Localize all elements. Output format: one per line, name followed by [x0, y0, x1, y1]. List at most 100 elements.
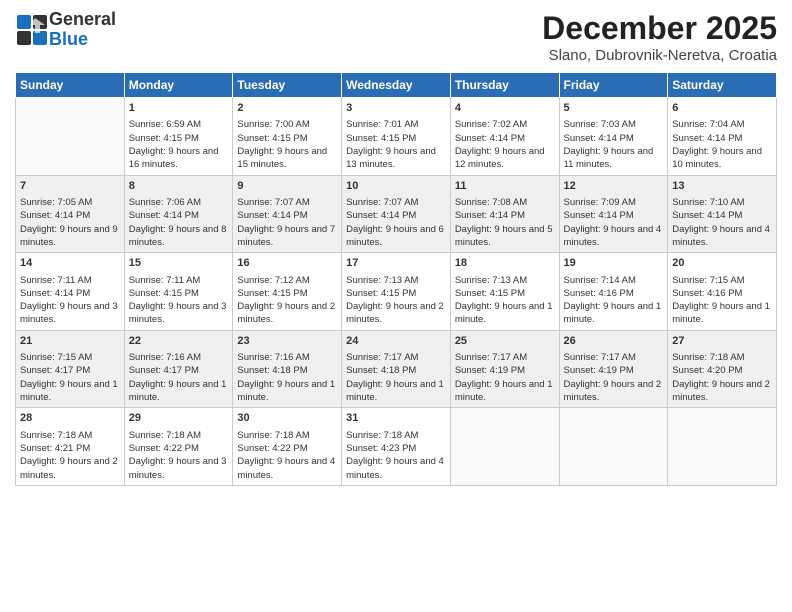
- sunset-label: Sunset: 4:15 PM: [129, 133, 199, 144]
- daylight-label: Daylight: 9 hours and 1 minute.: [129, 379, 227, 403]
- calendar-day-cell: 8 Sunrise: 7:06 AM Sunset: 4:14 PM Dayli…: [124, 175, 233, 253]
- sunset-label: Sunset: 4:14 PM: [455, 133, 525, 144]
- calendar-day-cell: 29 Sunrise: 7:18 AM Sunset: 4:22 PM Dayl…: [124, 408, 233, 486]
- daylight-label: Daylight: 9 hours and 3 minutes.: [129, 301, 227, 325]
- daylight-label: Daylight: 9 hours and 11 minutes.: [564, 146, 654, 170]
- sunset-label: Sunset: 4:22 PM: [237, 443, 307, 454]
- daylight-label: Daylight: 9 hours and 2 minutes.: [346, 301, 444, 325]
- day-number: 20: [672, 256, 772, 271]
- sunset-label: Sunset: 4:15 PM: [129, 288, 199, 299]
- calendar-day-cell: 14 Sunrise: 7:11 AM Sunset: 4:14 PM Dayl…: [16, 253, 125, 331]
- daylight-label: Daylight: 9 hours and 3 minutes.: [20, 301, 118, 325]
- sunrise-label: Sunrise: 7:18 AM: [237, 430, 309, 441]
- day-number: 22: [129, 334, 229, 349]
- sunset-label: Sunset: 4:23 PM: [346, 443, 416, 454]
- sunset-label: Sunset: 4:16 PM: [672, 288, 742, 299]
- day-number: 17: [346, 256, 446, 271]
- calendar-day-cell: 31 Sunrise: 7:18 AM Sunset: 4:23 PM Dayl…: [342, 408, 451, 486]
- daylight-label: Daylight: 9 hours and 2 minutes.: [564, 379, 662, 403]
- sunset-label: Sunset: 4:22 PM: [129, 443, 199, 454]
- sunset-label: Sunset: 4:15 PM: [346, 288, 416, 299]
- calendar-day-cell: 23 Sunrise: 7:16 AM Sunset: 4:18 PM Dayl…: [233, 330, 342, 408]
- calendar-day-cell: [450, 408, 559, 486]
- calendar-day-cell: 9 Sunrise: 7:07 AM Sunset: 4:14 PM Dayli…: [233, 175, 342, 253]
- day-number: 8: [129, 179, 229, 194]
- sunrise-label: Sunrise: 7:07 AM: [237, 197, 309, 208]
- day-number: 2: [237, 101, 337, 116]
- daylight-label: Daylight: 9 hours and 4 minutes.: [672, 224, 770, 248]
- daylight-label: Daylight: 9 hours and 13 minutes.: [346, 146, 436, 170]
- day-number: 28: [20, 411, 120, 426]
- day-number: 3: [346, 101, 446, 116]
- sunset-label: Sunset: 4:14 PM: [20, 210, 90, 221]
- sunset-label: Sunset: 4:17 PM: [20, 365, 90, 376]
- day-number: 30: [237, 411, 337, 426]
- sunrise-label: Sunrise: 7:15 AM: [20, 352, 92, 363]
- calendar-day-cell: 10 Sunrise: 7:07 AM Sunset: 4:14 PM Dayl…: [342, 175, 451, 253]
- calendar-day-cell: [16, 98, 125, 176]
- sunset-label: Sunset: 4:14 PM: [455, 210, 525, 221]
- calendar-week-row: 1 Sunrise: 6:59 AM Sunset: 4:15 PM Dayli…: [16, 98, 777, 176]
- sunrise-label: Sunrise: 7:12 AM: [237, 275, 309, 286]
- daylight-label: Daylight: 9 hours and 5 minutes.: [455, 224, 553, 248]
- sunset-label: Sunset: 4:18 PM: [237, 365, 307, 376]
- calendar-week-row: 7 Sunrise: 7:05 AM Sunset: 4:14 PM Dayli…: [16, 175, 777, 253]
- daylight-label: Daylight: 9 hours and 15 minutes.: [237, 146, 327, 170]
- calendar-day-cell: 30 Sunrise: 7:18 AM Sunset: 4:22 PM Dayl…: [233, 408, 342, 486]
- daylight-label: Daylight: 9 hours and 1 minute.: [455, 379, 553, 403]
- daylight-label: Daylight: 9 hours and 4 minutes.: [346, 456, 444, 480]
- calendar-day-cell: 1 Sunrise: 6:59 AM Sunset: 4:15 PM Dayli…: [124, 98, 233, 176]
- calendar-day-cell: 27 Sunrise: 7:18 AM Sunset: 4:20 PM Dayl…: [668, 330, 777, 408]
- logo-blue: Blue: [49, 29, 88, 49]
- day-number: 15: [129, 256, 229, 271]
- sunrise-label: Sunrise: 7:10 AM: [672, 197, 744, 208]
- daylight-label: Daylight: 9 hours and 1 minute.: [564, 301, 662, 325]
- calendar-day-cell: 19 Sunrise: 7:14 AM Sunset: 4:16 PM Dayl…: [559, 253, 668, 331]
- sunrise-label: Sunrise: 7:15 AM: [672, 275, 744, 286]
- day-number: 5: [564, 101, 664, 116]
- sunrise-label: Sunrise: 7:08 AM: [455, 197, 527, 208]
- day-number: 9: [237, 179, 337, 194]
- logo: General Blue: [15, 10, 116, 50]
- logo-icon: [15, 13, 49, 47]
- sunset-label: Sunset: 4:14 PM: [346, 210, 416, 221]
- sunrise-label: Sunrise: 7:05 AM: [20, 197, 92, 208]
- weekday-header-saturday: Saturday: [668, 73, 777, 98]
- sunrise-label: Sunrise: 7:18 AM: [129, 430, 201, 441]
- day-number: 11: [455, 179, 555, 194]
- day-number: 19: [564, 256, 664, 271]
- daylight-label: Daylight: 9 hours and 2 minutes.: [20, 456, 118, 480]
- title-section: December 2025 Slano, Dubrovnik-Neretva, …: [542, 10, 777, 64]
- day-number: 24: [346, 334, 446, 349]
- sunrise-label: Sunrise: 7:18 AM: [672, 352, 744, 363]
- calendar-day-cell: 4 Sunrise: 7:02 AM Sunset: 4:14 PM Dayli…: [450, 98, 559, 176]
- logo-general: General: [49, 9, 116, 29]
- calendar-day-cell: 28 Sunrise: 7:18 AM Sunset: 4:21 PM Dayl…: [16, 408, 125, 486]
- day-number: 4: [455, 101, 555, 116]
- daylight-label: Daylight: 9 hours and 1 minute.: [237, 379, 335, 403]
- calendar-day-cell: 11 Sunrise: 7:08 AM Sunset: 4:14 PM Dayl…: [450, 175, 559, 253]
- weekday-header-tuesday: Tuesday: [233, 73, 342, 98]
- sunrise-label: Sunrise: 7:09 AM: [564, 197, 636, 208]
- calendar-day-cell: 18 Sunrise: 7:13 AM Sunset: 4:15 PM Dayl…: [450, 253, 559, 331]
- day-number: 25: [455, 334, 555, 349]
- sunrise-label: Sunrise: 7:17 AM: [346, 352, 418, 363]
- sunrise-label: Sunrise: 7:14 AM: [564, 275, 636, 286]
- sunset-label: Sunset: 4:15 PM: [237, 133, 307, 144]
- sunrise-label: Sunrise: 7:18 AM: [346, 430, 418, 441]
- calendar-day-cell: [559, 408, 668, 486]
- daylight-label: Daylight: 9 hours and 2 minutes.: [237, 301, 335, 325]
- calendar-day-cell: 12 Sunrise: 7:09 AM Sunset: 4:14 PM Dayl…: [559, 175, 668, 253]
- day-number: 31: [346, 411, 446, 426]
- sunset-label: Sunset: 4:14 PM: [129, 210, 199, 221]
- sunset-label: Sunset: 4:15 PM: [455, 288, 525, 299]
- day-number: 23: [237, 334, 337, 349]
- sunrise-label: Sunrise: 7:11 AM: [20, 275, 92, 286]
- daylight-label: Daylight: 9 hours and 1 minute.: [20, 379, 118, 403]
- header: General Blue December 2025 Slano, Dubrov…: [15, 10, 777, 64]
- calendar-table: SundayMondayTuesdayWednesdayThursdayFrid…: [15, 72, 777, 486]
- calendar-day-cell: 2 Sunrise: 7:00 AM Sunset: 4:15 PM Dayli…: [233, 98, 342, 176]
- calendar-week-row: 14 Sunrise: 7:11 AM Sunset: 4:14 PM Dayl…: [16, 253, 777, 331]
- sunset-label: Sunset: 4:19 PM: [564, 365, 634, 376]
- sunrise-label: Sunrise: 7:11 AM: [129, 275, 201, 286]
